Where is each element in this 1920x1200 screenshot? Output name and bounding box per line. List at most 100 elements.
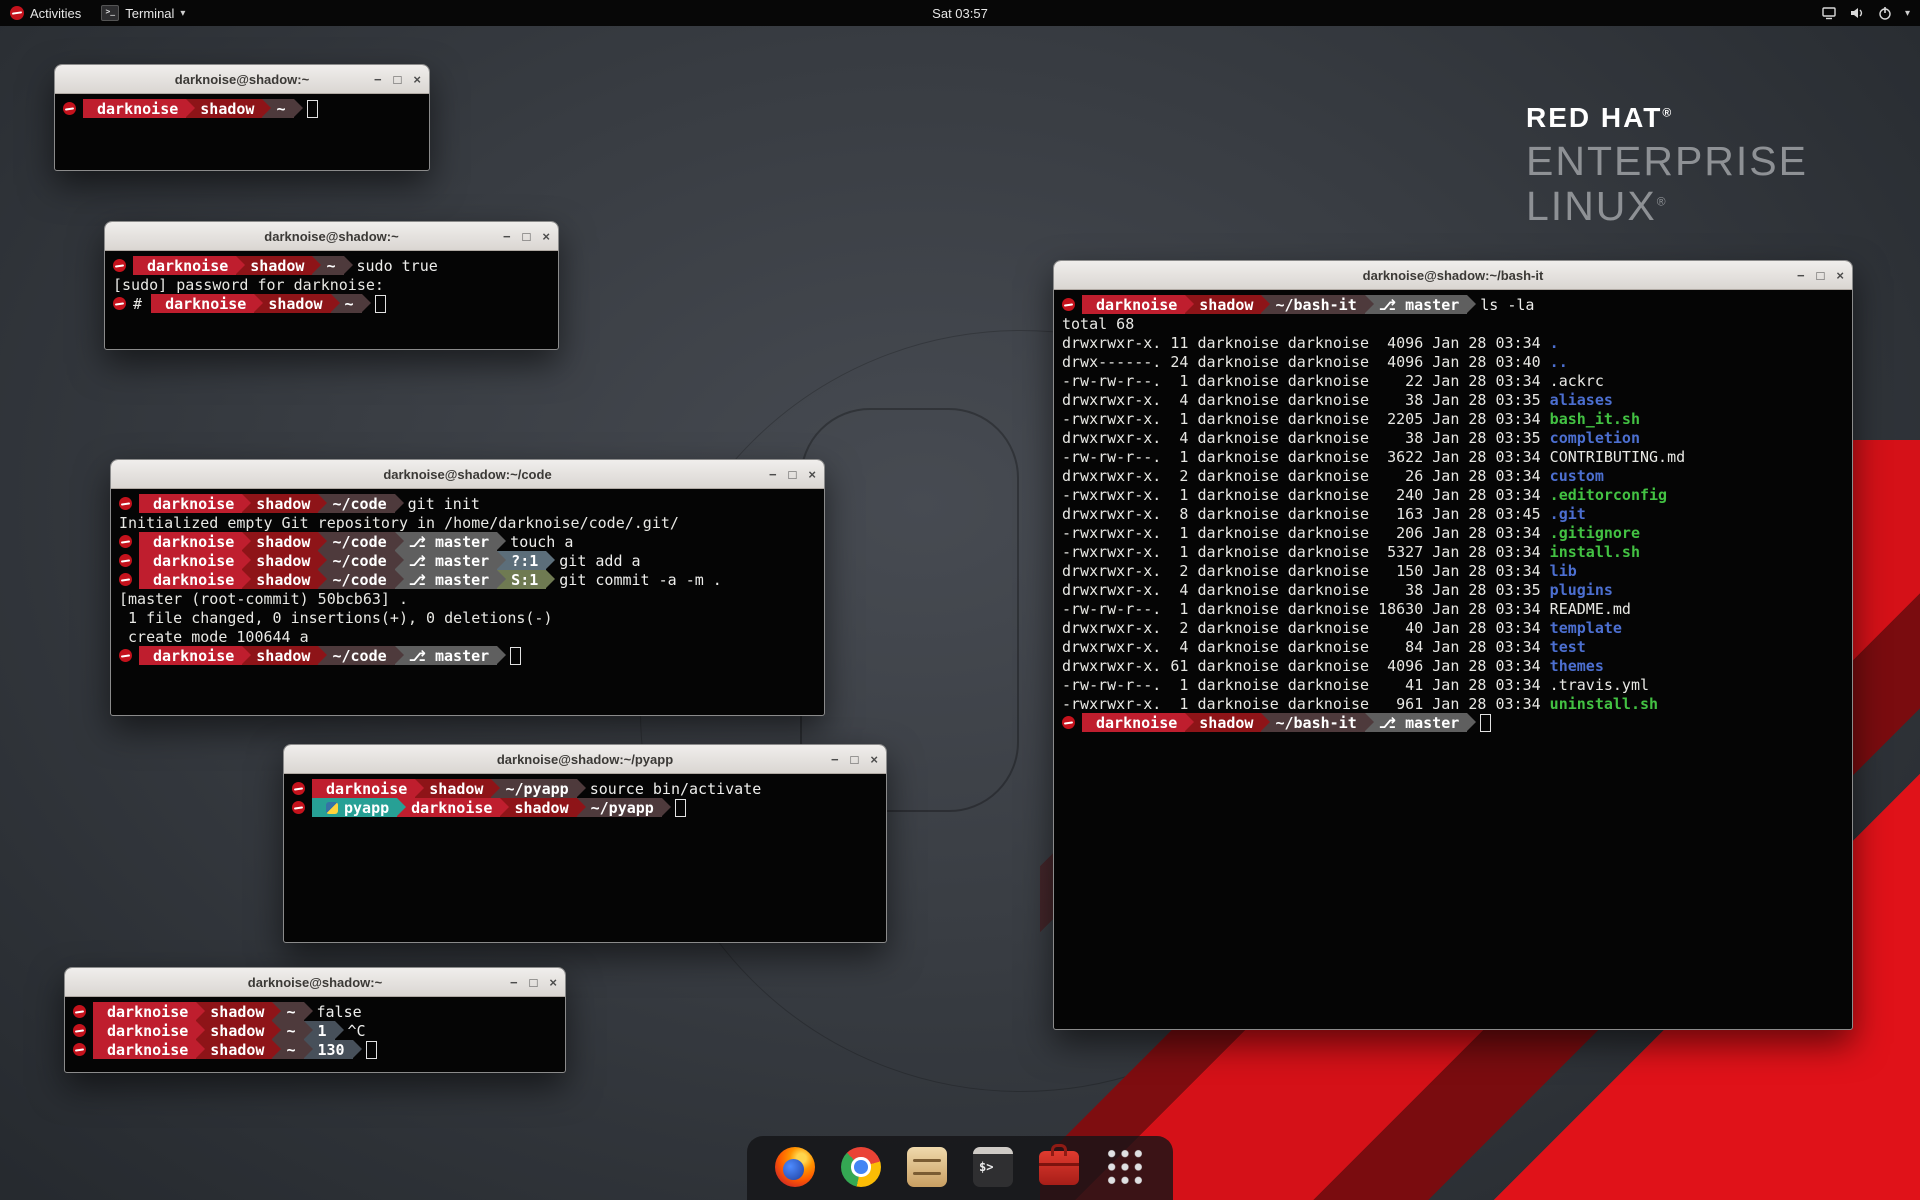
window-title: darknoise@shadow:~ <box>264 229 398 244</box>
terminal-text: -rwxrwxr-x. 1 darknoise darknoise 240 Ja… <box>1062 486 1550 504</box>
titlebar[interactable]: darknoise@shadow:~/bash-it − □ × <box>1054 261 1852 290</box>
terminal-text: ^C <box>348 1022 366 1040</box>
minimize-button[interactable]: − <box>374 73 382 86</box>
dock-item-files[interactable] <box>907 1147 947 1187</box>
clock[interactable]: Sat 03:57 <box>0 6 1920 21</box>
file-manager-icon <box>907 1147 947 1187</box>
activities-button[interactable]: Activities <box>10 6 81 21</box>
maximize-button[interactable]: □ <box>394 73 402 86</box>
titlebar[interactable]: darknoise@shadow:~/pyapp − □ × <box>284 745 886 774</box>
system-status-area[interactable]: ▾ <box>1821 5 1910 21</box>
dock-item-terminal[interactable]: $> <box>973 1147 1013 1187</box>
prompt-segment-path: ~/code <box>318 646 394 665</box>
terminal-window-code[interactable]: darknoise@shadow:~/code − □ × darknoise s… <box>110 459 825 716</box>
terminal-body[interactable]: darknoiseshadow~/bash-it⎇ masterls -lato… <box>1054 290 1852 737</box>
terminal-text: install.sh <box>1550 543 1640 561</box>
redhat-prompt-icon <box>113 259 126 272</box>
terminal-body[interactable]: darknoiseshadow~falsedarknoiseshadow~1^C… <box>65 997 565 1064</box>
prompt-segment-host: shadow <box>186 99 262 118</box>
redhat-prompt-icon <box>119 497 132 510</box>
terminal-text: touch a <box>510 533 573 551</box>
terminal-text: uninstall.sh <box>1550 695 1658 713</box>
brand-enterprise-text: ENTERPRISE <box>1526 141 1808 182</box>
terminal-text: false <box>317 1003 362 1021</box>
titlebar[interactable]: darknoise@shadow:~ − □ × <box>55 65 429 94</box>
terminal-text: drwxrwxr-x. 2 darknoise darknoise 40 Jan… <box>1062 619 1550 637</box>
prompt-segment-host: shadow <box>242 646 318 665</box>
terminal-text: -rw-rw-r--. 1 darknoise darknoise 18630 … <box>1062 600 1550 618</box>
close-button[interactable]: × <box>549 976 557 989</box>
terminal-text: test <box>1550 638 1586 656</box>
power-icon <box>1877 5 1893 21</box>
terminal-text: drwxrwxr-x. 4 darknoise darknoise 38 Jan… <box>1062 429 1550 447</box>
prompt-segment-user: darknoise <box>312 779 415 798</box>
prompt-segment-user: darknoise <box>151 294 254 313</box>
minimize-button[interactable]: − <box>831 753 839 766</box>
brand-redhat-text: RED HAT® <box>1526 104 1808 132</box>
dock-item-toolbox[interactable] <box>1039 1147 1079 1187</box>
terminal-window-pyapp[interactable]: darknoise@shadow:~/pyapp − □ × darknoise… <box>283 744 887 943</box>
terminal-text: .. <box>1550 353 1568 371</box>
terminal-text: drwxrwxr-x. 2 darknoise darknoise 150 Ja… <box>1062 562 1550 580</box>
minimize-button[interactable]: − <box>1797 269 1805 282</box>
python-icon <box>326 802 338 814</box>
titlebar[interactable]: darknoise@shadow:~/code − □ × <box>111 460 824 489</box>
titlebar[interactable]: darknoise@shadow:~ − □ × <box>65 968 565 997</box>
terminal-text: git add a <box>559 552 640 570</box>
close-button[interactable]: × <box>1836 269 1844 282</box>
app-menu-terminal[interactable]: >_ Terminal ▾ <box>101 5 185 21</box>
close-button[interactable]: × <box>870 753 878 766</box>
minimize-button[interactable]: − <box>510 976 518 989</box>
prompt-segment-path: ~/code <box>318 570 394 589</box>
terminal-text: git commit -a -m . <box>559 571 722 589</box>
terminal-body[interactable]: darknoiseshadow~/pyappsource bin/activat… <box>284 774 886 822</box>
maximize-button[interactable]: □ <box>789 468 797 481</box>
close-button[interactable]: × <box>808 468 816 481</box>
terminal-body[interactable]: darknoiseshadow~/codegit initInitialized… <box>111 489 824 670</box>
brand-linux-text: LINUX® <box>1526 186 1808 227</box>
prompt-segment-path: ~/code <box>318 551 394 570</box>
terminal-text: sudo true <box>357 257 438 275</box>
prompt-segment-path: ~/code <box>318 494 394 513</box>
titlebar[interactable]: darknoise@shadow:~ − □ × <box>105 222 558 251</box>
terminal-text: bash_it.sh <box>1550 410 1640 428</box>
terminal-window-home-1[interactable]: darknoise@shadow:~ − □ × darknoiseshadow… <box>54 64 430 171</box>
terminal-window-sudo[interactable]: darknoise@shadow:~ − □ × darknoiseshadow… <box>104 221 559 350</box>
dock-item-firefox[interactable] <box>775 1147 815 1187</box>
close-button[interactable]: × <box>542 230 550 243</box>
dock-item-app-grid[interactable] <box>1105 1147 1145 1187</box>
maximize-button[interactable]: □ <box>523 230 531 243</box>
terminal-window-bash-it[interactable]: darknoise@shadow:~/bash-it − □ × darknoi… <box>1053 260 1853 1030</box>
chevron-down-icon: ▾ <box>180 8 185 19</box>
prompt-segment-user: darknoise <box>139 494 242 513</box>
terminal-window-exitcodes[interactable]: darknoise@shadow:~ − □ × darknoiseshadow… <box>64 967 566 1073</box>
chrome-icon <box>841 1147 881 1187</box>
redhat-logo-icon <box>10 6 24 20</box>
prompt-segment-git: ⎇ master <box>1365 295 1468 314</box>
minimize-button[interactable]: − <box>503 230 511 243</box>
terminal-text: lib <box>1550 562 1577 580</box>
terminal-cursor <box>1480 714 1491 732</box>
terminal-cursor <box>375 295 386 313</box>
top-bar: Activities >_ Terminal ▾ Sat 03:57 ▾ <box>0 0 1920 26</box>
terminal-cursor <box>675 799 686 817</box>
terminal-body[interactable]: darknoiseshadow~ <box>55 94 429 123</box>
terminal-body[interactable]: darknoiseshadow~sudo true[sudo] password… <box>105 251 558 318</box>
minimize-button[interactable]: − <box>769 468 777 481</box>
prompt-segment-path: ~/pyapp <box>577 798 662 817</box>
prompt-segment-user: darknoise <box>139 570 242 589</box>
terminal-text: 1 file changed, 0 insertions(+), 0 delet… <box>119 609 552 627</box>
prompt-segment-git: ⎇ master <box>395 646 498 665</box>
terminal-text: .travis.yml <box>1550 676 1649 694</box>
maximize-button[interactable]: □ <box>1817 269 1825 282</box>
prompt-segment-host: shadow <box>196 1040 272 1059</box>
dock-item-chrome[interactable] <box>841 1147 881 1187</box>
terminal-text: -rwxrwxr-x. 1 darknoise darknoise 206 Ja… <box>1062 524 1550 542</box>
maximize-button[interactable]: □ <box>851 753 859 766</box>
close-button[interactable]: × <box>413 73 421 86</box>
maximize-button[interactable]: □ <box>530 976 538 989</box>
prompt-segment-user: darknoise <box>93 1021 196 1040</box>
window-title: darknoise@shadow:~/code <box>383 467 551 482</box>
terminal-text: .git <box>1550 505 1586 523</box>
terminal-text: [sudo] password for darknoise: <box>113 276 384 294</box>
